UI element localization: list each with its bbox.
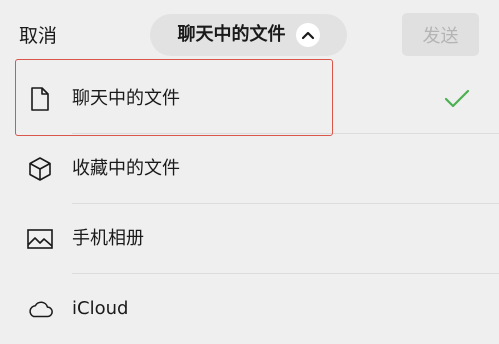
chevron-up-icon <box>295 23 320 47</box>
cube-icon <box>26 155 54 183</box>
image-icon <box>26 225 54 253</box>
top-bar: 取消 聊天中的文件 发送 <box>0 0 499 70</box>
page-title: 聊天中的文件 <box>177 24 286 45</box>
cancel-button[interactable]: 取消 <box>19 22 57 50</box>
file-source-list: 聊天中的文件 收藏中的文件 手机相册 iCloud <box>0 64 499 344</box>
list-item-label: 手机相册 <box>72 228 144 249</box>
document-icon <box>26 85 54 113</box>
send-button[interactable]: 发送 <box>402 13 479 56</box>
list-item-label: 聊天中的文件 <box>72 88 180 109</box>
list-item-label: iCloud <box>72 298 129 319</box>
list-item-favorite-files[interactable]: 收藏中的文件 <box>0 134 499 204</box>
list-item-chat-files[interactable]: 聊天中的文件 <box>0 64 499 134</box>
list-item-photo-album[interactable]: 手机相册 <box>0 204 499 274</box>
source-selector[interactable]: 聊天中的文件 <box>150 14 347 56</box>
checkmark-icon <box>444 89 470 108</box>
list-item-label: 收藏中的文件 <box>72 158 180 179</box>
cloud-icon <box>26 295 54 323</box>
list-item-icloud[interactable]: iCloud <box>0 274 499 344</box>
